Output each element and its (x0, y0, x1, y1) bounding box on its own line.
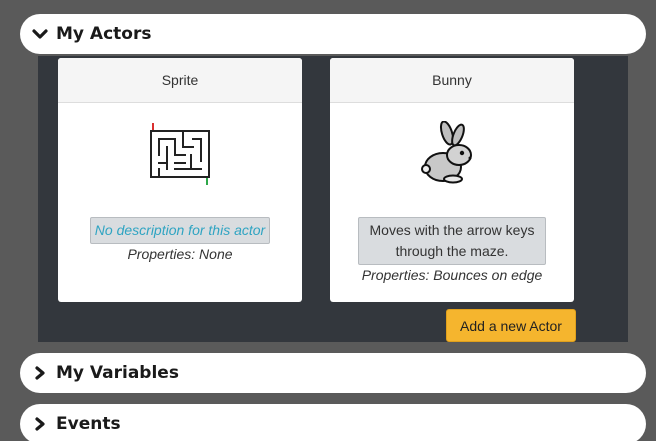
section-title: My Actors (56, 24, 152, 44)
actor-description[interactable]: No description for this actor (89, 217, 271, 244)
maze-icon[interactable] (58, 121, 302, 191)
chevron-right-icon (32, 417, 48, 431)
actor-name: Bunny (330, 58, 574, 103)
actor-name: Sprite (58, 58, 302, 103)
actor-card-sprite[interactable]: Sprite No description for this actor Pro… (58, 58, 302, 302)
bunny-icon[interactable] (330, 121, 574, 191)
actor-properties: Properties: None (127, 246, 233, 262)
section-header-my-actors[interactable]: My Actors (20, 14, 646, 54)
section-header-my-variables[interactable]: My Variables (20, 353, 646, 393)
chevron-down-icon (32, 27, 48, 41)
actor-description[interactable]: Moves with the arrow keys through the ma… (358, 217, 546, 265)
actor-properties: Properties: Bounces on edge (361, 267, 543, 283)
actor-card-bunny[interactable]: Bunny Moves with the arrow keys through (330, 58, 574, 302)
section-title: Events (56, 414, 121, 434)
actors-panel: Sprite No description for this actor Pro… (38, 56, 628, 342)
add-actor-button[interactable]: Add a new Actor (446, 309, 576, 342)
chevron-right-icon (32, 366, 48, 380)
actors-editor: My Actors Sprite No description for this… (0, 0, 656, 441)
section-header-events[interactable]: Events (20, 404, 646, 441)
section-title: My Variables (56, 363, 179, 383)
